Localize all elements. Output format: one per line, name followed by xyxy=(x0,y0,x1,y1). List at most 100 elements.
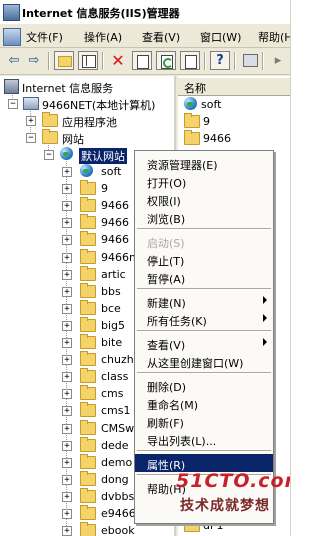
console-menu-icon[interactable] xyxy=(3,28,21,46)
menu-action[interactable]: 操作(A) xyxy=(84,29,122,45)
tree-site-label: artic xyxy=(101,267,126,281)
expand-icon[interactable]: + xyxy=(26,116,36,126)
computer-icon xyxy=(23,97,39,110)
context-menu-item[interactable]: 浏览(B) xyxy=(135,208,273,226)
collapse-icon[interactable]: − xyxy=(26,133,36,143)
details-row[interactable]: 9466 xyxy=(178,130,290,147)
expand-icon[interactable]: + xyxy=(62,526,72,536)
context-menu-item-label: 资源管理器(E) xyxy=(147,159,218,172)
folder-icon xyxy=(42,112,58,127)
properties-icon[interactable] xyxy=(132,51,152,70)
watermark-slogan: 技术成就梦想 xyxy=(180,498,270,514)
folder-icon xyxy=(80,214,96,230)
back-arrow-icon[interactable]: ⇦ xyxy=(4,51,24,70)
more-chevron-icon[interactable]: ▸ xyxy=(268,51,288,70)
menu-window[interactable]: 窗口(W) xyxy=(200,29,241,45)
context-menu-item[interactable]: 查看(V) xyxy=(135,334,273,352)
context-menu-item-label: 从这里创建窗口(W) xyxy=(147,357,244,370)
folder-icon xyxy=(80,385,96,401)
menu-help[interactable]: 帮助(H) xyxy=(258,29,290,45)
collapse-icon[interactable]: − xyxy=(8,99,18,109)
column-header-label: 名称 xyxy=(184,82,206,95)
expand-icon[interactable]: + xyxy=(62,491,72,502)
context-menu-item[interactable]: 所有任务(K) xyxy=(135,310,273,328)
tree-site-label: 9 xyxy=(101,182,108,196)
menu-view[interactable]: 查看(V) xyxy=(142,29,180,45)
folder-icon xyxy=(80,402,96,418)
folder-icon xyxy=(80,197,96,213)
export-list-icon[interactable] xyxy=(180,51,200,70)
expand-icon[interactable]: + xyxy=(62,167,72,177)
expand-icon[interactable]: + xyxy=(62,457,72,468)
expand-icon[interactable]: + xyxy=(62,372,72,383)
context-menu-item[interactable]: 导出列表(L)... xyxy=(135,430,273,448)
tree-site-label: ebook xyxy=(101,524,135,536)
expand-icon[interactable]: + xyxy=(62,303,72,314)
context-menu-item[interactable]: 资源管理器(E) xyxy=(135,154,273,172)
expand-icon[interactable]: + xyxy=(62,320,72,331)
expand-icon[interactable]: + xyxy=(62,355,72,366)
context-menu-item[interactable]: 权限(I) xyxy=(135,190,273,208)
expand-icon[interactable]: + xyxy=(62,423,72,434)
tree-site-item[interactable]: + ebook xyxy=(0,522,174,536)
context-menu-item[interactable]: 刷新(F) xyxy=(135,412,273,430)
tree-site-label: bce xyxy=(101,301,121,315)
expand-icon[interactable]: + xyxy=(62,509,72,519)
up-folder-icon[interactable] xyxy=(54,51,74,70)
delete-icon[interactable]: ✕ xyxy=(108,51,128,70)
iis-manager-window: Internet 信息服务(IIS)管理器 文件(F) 操作(A) 查看(V) … xyxy=(0,0,291,536)
menu-file[interactable]: 文件(F) xyxy=(26,29,63,45)
tree-websites-label: 网站 xyxy=(62,133,84,146)
expand-icon[interactable]: + xyxy=(62,252,72,263)
show-tree-icon[interactable] xyxy=(78,51,98,70)
context-menu-item-label: 删除(D) xyxy=(147,381,187,394)
context-menu: 资源管理器(E) 打开(O) 权限(I) 浏览(B) 启动(S) 停止(T) 暂停(A) 新建… xyxy=(134,150,274,524)
expand-icon[interactable]: + xyxy=(62,440,72,451)
expand-icon[interactable]: + xyxy=(62,389,72,400)
expand-icon[interactable]: + xyxy=(62,406,72,417)
tree-site-label: bite xyxy=(101,336,123,349)
context-menu-item-label: 浏览(B) xyxy=(147,213,186,226)
context-menu-item[interactable]: 停止(T) xyxy=(135,250,273,268)
console-icon[interactable] xyxy=(240,51,260,70)
expand-icon[interactable]: + xyxy=(62,338,72,348)
expand-icon[interactable]: + xyxy=(62,269,72,280)
context-menu-item[interactable]: 打开(O) xyxy=(135,172,273,190)
folder-icon xyxy=(80,265,96,281)
context-menu-item[interactable]: 新建(N) xyxy=(135,292,273,310)
tree-site-label: 9466 xyxy=(101,233,129,247)
expand-icon[interactable]: + xyxy=(62,184,72,195)
tree-server[interactable]: − 9466NET(本地计算机) xyxy=(0,95,174,112)
expand-icon[interactable]: + xyxy=(62,201,72,212)
expand-icon[interactable]: + xyxy=(62,286,72,297)
context-menu-item[interactable]: 暂停(A) xyxy=(135,268,273,286)
submenu-arrow-icon xyxy=(263,314,267,322)
context-menu-item-label: 新建(N) xyxy=(147,297,186,310)
toolbar-separator xyxy=(48,52,50,70)
help-icon[interactable]: ? xyxy=(210,51,230,70)
forward-arrow-icon[interactable]: ⇨ xyxy=(24,51,44,70)
context-menu-item[interactable]: 从这里创建窗口(W) xyxy=(135,352,273,370)
expand-icon[interactable]: + xyxy=(62,474,72,485)
tree-site-label: soft xyxy=(101,165,122,178)
toolbar-separator xyxy=(234,52,236,70)
website-globe-icon xyxy=(80,164,93,177)
details-row-label: 9466 xyxy=(203,132,231,145)
context-menu-item[interactable]: 重命名(M) xyxy=(135,394,273,412)
watermark-logo: 51CTO.com xyxy=(176,470,290,492)
expand-icon[interactable]: + xyxy=(62,218,72,229)
tree-root[interactable]: Internet 信息服务 xyxy=(0,78,174,95)
context-menu-item[interactable]: 删除(D) xyxy=(135,376,273,394)
refresh-icon[interactable] xyxy=(156,51,176,70)
toolbar-separator xyxy=(204,52,206,70)
details-row[interactable]: soft xyxy=(178,96,290,113)
iis-root-icon xyxy=(4,79,19,94)
expand-icon[interactable]: + xyxy=(62,235,72,246)
tree-websites[interactable]: − 网站 xyxy=(0,129,174,146)
menu-bar: 文件(F) 操作(A) 查看(V) 窗口(W) 帮助(H) xyxy=(0,25,290,48)
column-header-name[interactable]: 名称 xyxy=(178,78,290,96)
details-row[interactable]: 9 xyxy=(178,113,290,130)
collapse-icon[interactable]: − xyxy=(44,150,54,160)
tree-app-pools[interactable]: + 应用程序池 xyxy=(0,112,174,129)
toolbar-separator xyxy=(262,52,264,70)
